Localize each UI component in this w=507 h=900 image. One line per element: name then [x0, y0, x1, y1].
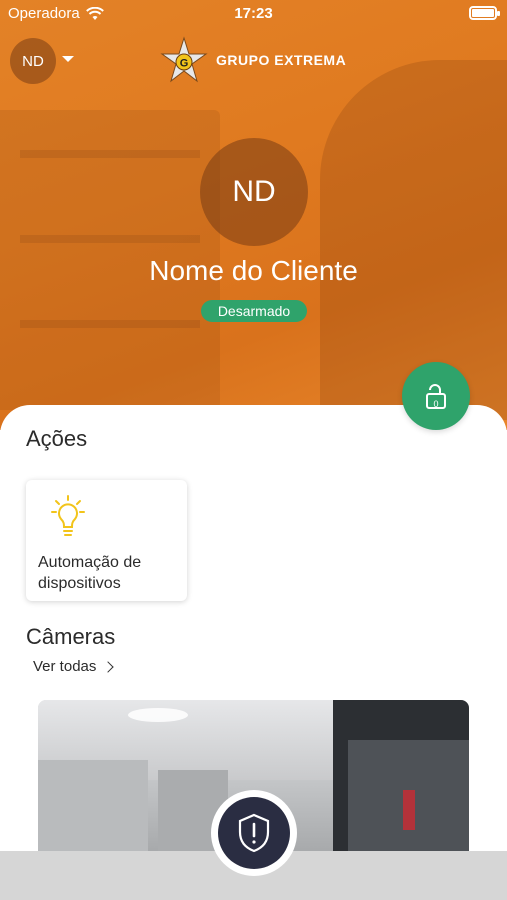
bg-shelf-line [20, 150, 200, 158]
shield-alert-icon [238, 813, 270, 853]
star-logo-icon: G [160, 36, 208, 83]
chevron-down-icon[interactable] [62, 56, 74, 62]
see-all-cameras-link[interactable]: Ver todas [33, 658, 115, 675]
status-bar: Operadora 17:23 [0, 0, 507, 26]
brand-name: GRUPO EXTREMA [216, 52, 347, 68]
chevron-right-icon [102, 660, 115, 673]
arm-lock-button[interactable]: 0 [402, 362, 470, 430]
status-badge: Desarmado [201, 300, 307, 322]
action-card-device-automation[interactable]: Automação de dispositivos [26, 480, 187, 601]
battery-icon [469, 6, 500, 20]
brand-logo: G GRUPO EXTREMA [160, 36, 346, 84]
actions-title: Ações [26, 426, 88, 451]
lightbulb-icon [51, 495, 85, 536]
see-all-label: Ver todas [33, 658, 97, 675]
user-menu-avatar[interactable]: ND [10, 38, 56, 84]
lock-count: 0 [433, 399, 439, 409]
bg-shelf-line [20, 320, 200, 328]
action-card-label: Automação de dispositivos [38, 554, 142, 592]
brand-logo-letter: G [180, 58, 189, 70]
bg-shelf-line [20, 235, 200, 243]
cameras-title: Câmeras [26, 624, 116, 649]
clock: 17:23 [234, 5, 273, 22]
client-avatar: ND [200, 138, 308, 246]
panic-button[interactable] [211, 790, 297, 876]
client-name: Nome do Cliente [149, 255, 358, 286]
bg-person-silhouette [320, 60, 507, 420]
